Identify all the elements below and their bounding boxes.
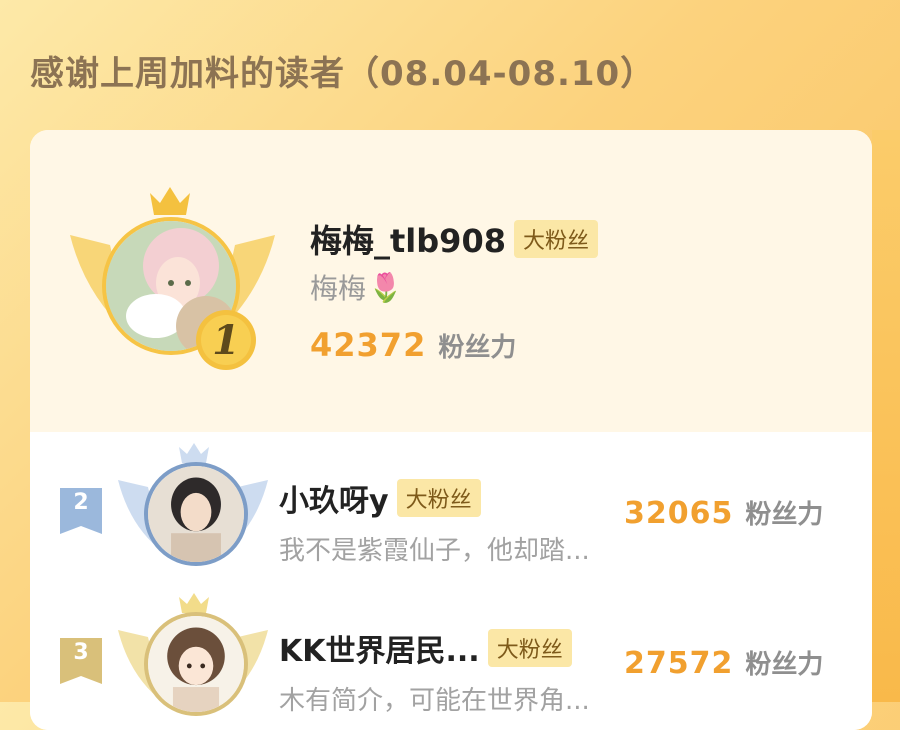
fan-power-score: 27572 <box>624 646 734 681</box>
signature-text: 梅梅 <box>310 272 367 305</box>
fan-signature: 梅梅 🌷 <box>310 267 403 307</box>
crown-icon <box>179 593 209 613</box>
fan-name: 梅梅_tlb908 <box>310 222 506 260</box>
fan-power-unit: 粉丝力 <box>745 650 824 680</box>
fan-power-score: 42372 <box>310 326 427 364</box>
crown-icon <box>150 187 190 215</box>
avatar-image <box>148 616 244 712</box>
fan-signature: 我不是紫霞仙子，他却踏... <box>279 536 590 566</box>
fan-ranking-card: 1 梅梅_tlb908 大粉丝 梅梅 🌷 42372 粉丝力 2 小玖呀y 大粉… <box>30 130 872 730</box>
list-item[interactable]: 3 KK世界居民... 大粉丝 木有简介，可能在世界角... 27572 粉丝力 <box>30 582 872 730</box>
fan-name: KK世界居民... <box>279 634 480 669</box>
crown-icon <box>179 443 209 463</box>
tulip-icon: 🌷 <box>368 270 403 304</box>
list-item[interactable]: 2 小玖呀y 大粉丝 我不是紫霞仙子，他却踏... 32065 粉丝力 <box>30 432 872 582</box>
rank-1-number: 1 <box>212 317 240 364</box>
fan-level-badge: 大粉丝 <box>487 629 572 667</box>
page-title: 感谢上周加料的读者（08.04-08.10） <box>30 54 656 94</box>
fan-signature: 木有简介，可能在世界角... <box>279 686 590 716</box>
ranking-list: 2 小玖呀y 大粉丝 我不是紫霞仙子，他却踏... 32065 粉丝力 3 KK… <box>30 432 872 730</box>
avatar[interactable] <box>144 612 248 716</box>
fan-level-badge: 大粉丝 <box>396 479 481 517</box>
rank-number: 3 <box>73 640 89 665</box>
rank-1-badge: 1 <box>196 310 256 370</box>
rank-number: 2 <box>73 490 89 515</box>
top-fan-section[interactable]: 1 梅梅_tlb908 大粉丝 梅梅 🌷 42372 粉丝力 <box>30 130 872 432</box>
fan-power-score: 32065 <box>624 496 734 531</box>
fan-power-unit: 粉丝力 <box>745 500 824 530</box>
fan-name: 小玖呀y <box>279 484 389 519</box>
fan-level-badge: 大粉丝 <box>513 220 598 258</box>
fan-power-unit: 粉丝力 <box>438 333 517 363</box>
avatar[interactable] <box>144 462 248 566</box>
background-strip <box>872 130 900 702</box>
avatar-image <box>148 466 244 562</box>
